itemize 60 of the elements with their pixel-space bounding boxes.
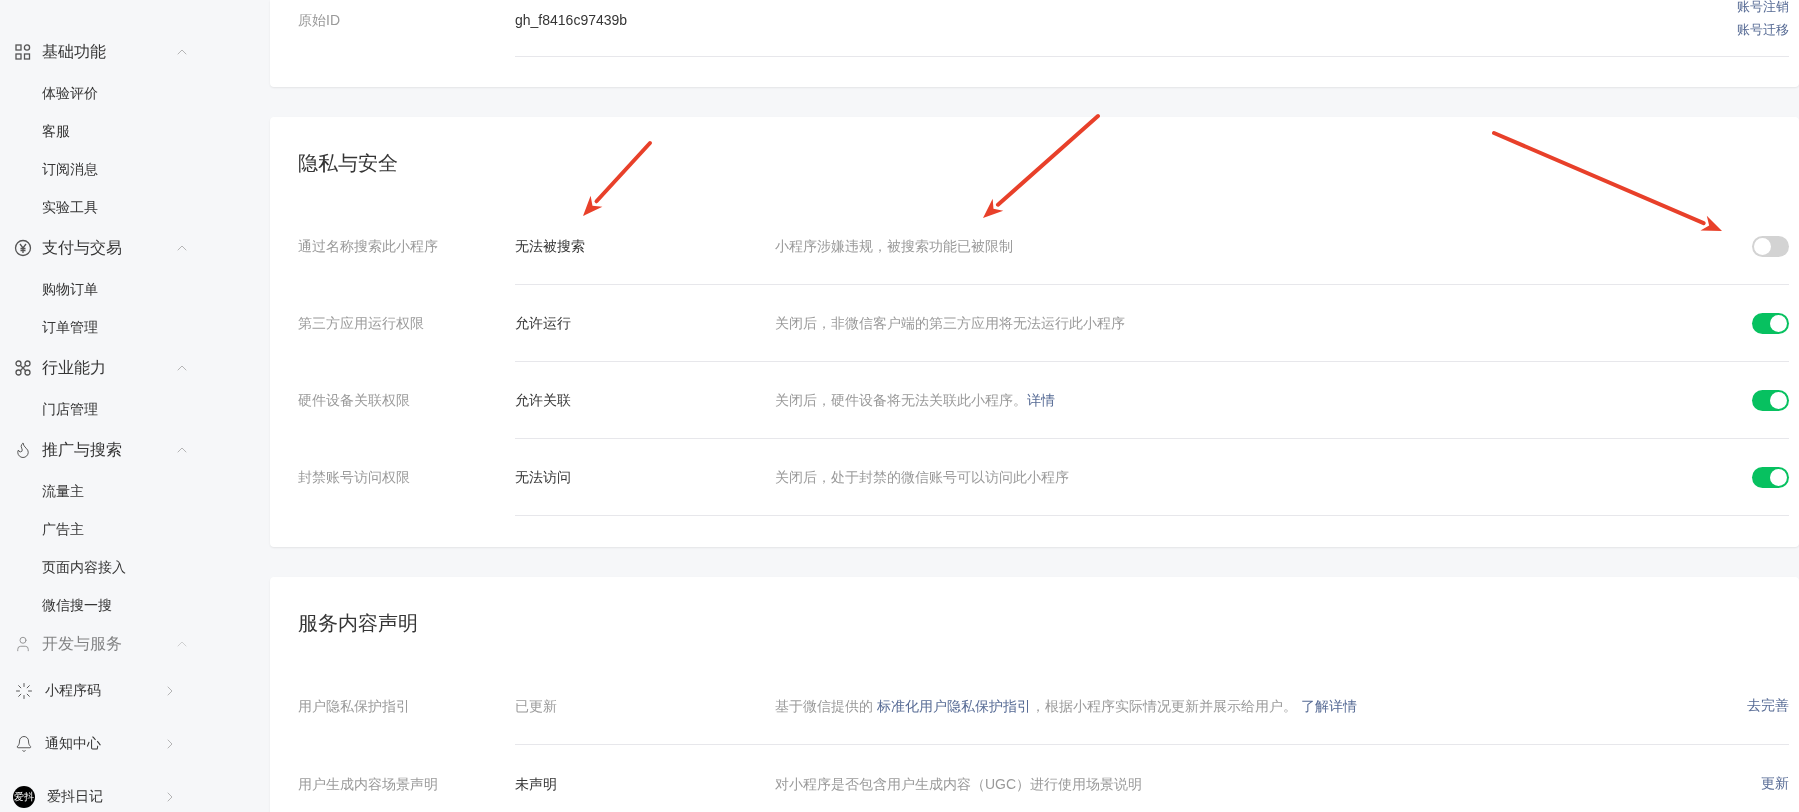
sidebar-item[interactable]: 页面内容接入 (42, 556, 126, 578)
toggle-switch[interactable] (1752, 235, 1789, 257)
sidebar-item[interactable]: 实验工具 (42, 196, 98, 218)
description-text: 关闭后，处于封禁的微信账号可以访问此小程序 (775, 469, 1069, 485)
setting-label: 封禁账号访问权限 (298, 468, 410, 487)
sidebar-item[interactable]: 门店管理 (42, 398, 98, 420)
description-text: 关闭后，非微信客户端的第三方应用将无法运行此小程序 (775, 315, 1125, 331)
section-title: 服务内容声明 (298, 611, 419, 636)
nodes-icon (14, 359, 32, 377)
setting-value: 允许运行 (515, 315, 571, 331)
description-text: 关闭后，硬件设备将无法关联此小程序。详情 (775, 392, 1055, 408)
setting-label: 第三方应用运行权限 (298, 314, 424, 333)
sidebar-group[interactable]: 行业能力 (0, 356, 190, 380)
sidebar-group[interactable]: 推广与搜索 (0, 438, 190, 462)
avatar: 爱抖 (13, 785, 35, 808)
sidebar-item[interactable]: 订单管理 (42, 316, 98, 338)
sidebar-item[interactable]: 微信搜一搜 (42, 594, 112, 616)
flame-icon (14, 441, 32, 459)
sparkle-icon (15, 681, 33, 700)
sidebar-item[interactable]: 购物订单 (42, 278, 98, 300)
sidebar-group[interactable]: 开发与服务 (0, 632, 190, 656)
description-text: 小程序涉嫌违规，被搜索功能已被限制 (775, 238, 1013, 254)
sidebar-group[interactable]: 支付与交易 (0, 236, 190, 260)
sidebar-item[interactable]: 订阅消息 (42, 158, 98, 180)
link[interactable]: 标准化用户隐私保护指引 (876, 697, 1031, 714)
sidebar-link[interactable]: 爱抖 爱抖日记 (0, 785, 178, 808)
toggle-switch[interactable] (1752, 312, 1789, 334)
section-title: 隐私与安全 (298, 151, 399, 176)
setting-label: 用户生成内容场景声明 (298, 774, 438, 794)
toggle-switch[interactable] (1752, 389, 1789, 411)
sidebar-group[interactable]: 基础功能 (0, 40, 190, 64)
field-value: gh_f8416c97439b (515, 12, 628, 28)
sidebar-item[interactable]: 客服 (42, 120, 70, 142)
sidebar-link[interactable]: 通知中心 (0, 733, 178, 754)
sidebar-item[interactable]: 广告主 (42, 518, 84, 540)
toggle-switch[interactable] (1752, 466, 1789, 488)
setting-label: 硬件设备关联权限 (298, 391, 410, 410)
link[interactable]: 账号迁移 (1737, 18, 1789, 41)
sidebar-item[interactable]: 流量主 (42, 480, 84, 502)
setting-value: 无法被搜索 (515, 238, 585, 254)
action-link[interactable]: 去完善 (1747, 695, 1789, 716)
link[interactable]: 了解详情 (1300, 697, 1357, 714)
setting-value: 允许关联 (515, 392, 571, 408)
bell-icon (15, 734, 33, 753)
yen-icon (14, 239, 32, 257)
person-icon (14, 635, 32, 653)
setting-label: 通过名称搜索此小程序 (298, 237, 438, 256)
field-label: 原始ID (298, 12, 340, 28)
setting-label: 用户隐私保护指引 (298, 696, 410, 716)
link[interactable]: 账号注销 (1737, 0, 1789, 18)
setting-value: 未声明 (515, 775, 557, 792)
description-text: 对小程序是否包含用户生成内容（UGC）进行使用场景说明 (775, 775, 1143, 792)
description-text: 基于微信提供的 标准化用户隐私保护指引，根据小程序实际情况更新并展示给用户。 了解详情 (775, 697, 1357, 714)
link[interactable]: 详情 (1027, 392, 1055, 408)
action-link[interactable]: 更新 (1761, 773, 1789, 794)
grid-icon (14, 43, 32, 61)
sidebar-item[interactable]: 体验评价 (42, 82, 98, 104)
setting-value: 无法访问 (515, 469, 571, 485)
sidebar-link[interactable]: 小程序码 (0, 680, 178, 701)
setting-value: 已更新 (515, 697, 557, 714)
